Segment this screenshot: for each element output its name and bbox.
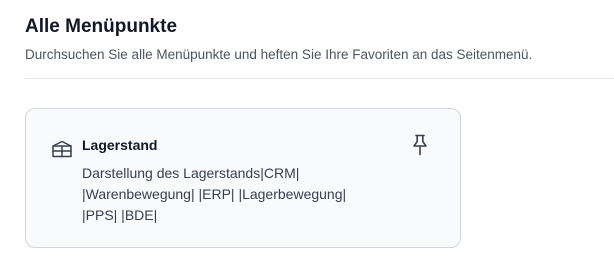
pin-icon [411, 134, 429, 161]
menu-item-title: Lagerstand [82, 137, 158, 153]
menu-item-description-line: |PPS| |BDE| [82, 207, 158, 223]
menu-item-card-lagerstand[interactable]: Lagerstand Darstellung des Lagerstands|C… [25, 108, 461, 248]
menu-item-description-line: |Warenbewegung| |ERP| |Lagerbewegung| [82, 186, 347, 202]
header-divider [25, 78, 614, 79]
page-subtitle: Durchsuchen Sie alle Menüpunkte und heft… [25, 47, 533, 62]
page-title: Alle Menüpunkte [25, 16, 178, 37]
menu-item-description-line: Darstellung des Lagerstands|CRM| [82, 165, 300, 181]
menu-item-description: Darstellung des Lagerstands|CRM| |Warenb… [82, 163, 382, 226]
warehouse-icon [52, 140, 72, 158]
all-menu-items-page: Alle Menüpunkte Durchsuchen Sie alle Men… [0, 0, 614, 264]
pin-button[interactable] [408, 134, 432, 160]
page-header: Alle Menüpunkte Durchsuchen Sie alle Men… [25, 14, 614, 64]
